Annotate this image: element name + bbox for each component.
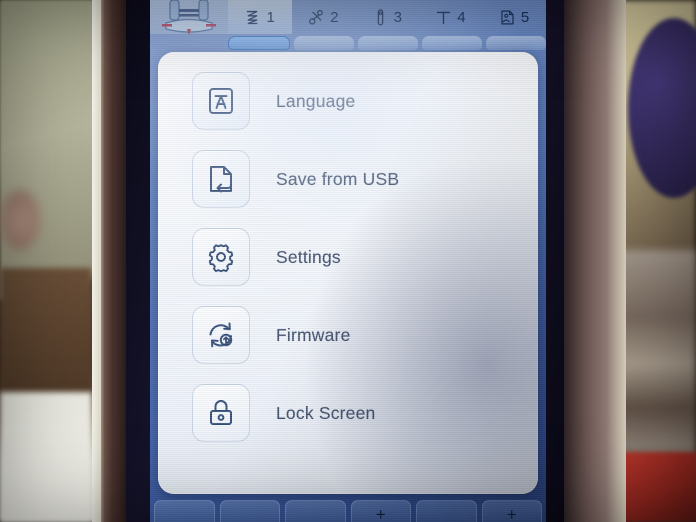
bottom-button-6[interactable]: + — [481, 500, 542, 522]
tab-bar: 1 2 3 4 5 — [228, 0, 546, 34]
top-bar: 1 2 3 4 5 — [150, 0, 546, 34]
menu-item-language-label: Language — [276, 90, 356, 111]
bottom-button-2[interactable] — [219, 500, 280, 522]
background-blur-object — [0, 190, 40, 250]
tab-5-document[interactable]: 5 — [482, 0, 546, 34]
background-white-surface — [0, 392, 92, 522]
bottom-button-4[interactable]: + — [350, 500, 411, 522]
padlock-icon — [210, 400, 232, 425]
document-import-icon — [210, 166, 232, 193]
preset-pill-1[interactable] — [228, 36, 290, 50]
tab-1-stitch[interactable]: 1 — [228, 0, 292, 34]
machine-bezel-highlight — [92, 0, 101, 522]
needle-icon — [377, 8, 383, 25]
language-tile — [192, 72, 250, 130]
save-from-usb-tile — [192, 150, 250, 208]
tab-4-text[interactable]: 4 — [419, 0, 483, 34]
machine-body-left — [0, 0, 98, 300]
gear-icon — [208, 244, 234, 273]
presser-foot-icon — [162, 0, 216, 34]
bottom-button-1[interactable] — [154, 500, 215, 522]
menu-item-save-from-usb[interactable]: Save from USB — [158, 140, 538, 218]
photo-scene: 1 2 3 4 5 Language Save from USB Setting… — [0, 0, 696, 522]
menu-item-save-from-usb-label: Save from USB — [276, 168, 400, 189]
menu-item-lock-screen[interactable]: Lock Screen — [158, 374, 538, 452]
menu-item-settings[interactable]: Settings — [158, 218, 538, 296]
preset-pill-3[interactable] — [358, 36, 418, 50]
tab-1-label: 1 — [266, 8, 276, 26]
tab-3-needle[interactable]: 3 — [355, 0, 419, 34]
preset-pill-4[interactable] — [422, 36, 482, 50]
machine-bezel-right — [556, 0, 626, 522]
menu-item-language[interactable]: Language — [158, 62, 538, 140]
menu-item-lock-screen-label: Lock Screen — [276, 402, 376, 423]
tab-5-label: 5 — [520, 8, 530, 26]
update-refresh-icon — [209, 322, 233, 348]
background-wood-surface — [0, 268, 92, 400]
preset-pill-2[interactable] — [294, 36, 354, 50]
settings-tile — [192, 228, 250, 286]
lcd-screen[interactable]: 1 2 3 4 5 Language Save from USB Setting… — [150, 0, 546, 522]
bottom-button-bar: + + — [154, 498, 542, 522]
text-letter-t-icon — [437, 11, 451, 24]
menu-item-firmware[interactable]: Firmware — [158, 296, 538, 374]
menu-item-firmware-label: Firmware — [276, 324, 351, 345]
zigzag-stitch-icon — [247, 10, 258, 24]
bottom-button-3[interactable] — [285, 500, 346, 522]
settings-menu-list: Language Save from USB Settings Firmware… — [158, 62, 538, 452]
lock-screen-tile — [192, 384, 250, 442]
tab-2-scissors[interactable]: 2 — [292, 0, 356, 34]
language-character-icon — [209, 88, 233, 114]
bottom-button-5[interactable] — [416, 500, 477, 522]
firmware-tile — [192, 306, 250, 364]
tab-2-label: 2 — [330, 8, 339, 26]
document-person-icon — [501, 10, 514, 24]
tab-3-label: 3 — [393, 8, 403, 26]
presser-foot-thumbnail[interactable] — [150, 0, 228, 34]
preset-pill-row — [228, 36, 546, 52]
scissors-icon — [309, 9, 323, 25]
preset-pill-5[interactable] — [486, 36, 546, 50]
settings-menu-panel: Language Save from USB Settings Firmware… — [158, 52, 538, 494]
tab-4-label: 4 — [457, 8, 466, 26]
menu-item-settings-label: Settings — [276, 246, 341, 267]
